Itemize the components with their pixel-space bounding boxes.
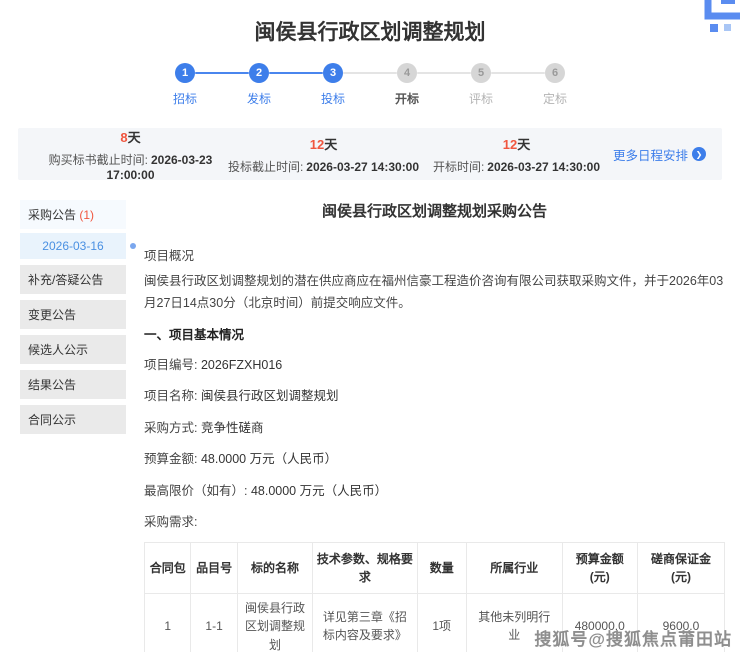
col-industry: 所属行业 <box>466 542 562 593</box>
sidebar-item-change-notice[interactable]: 变更公告 <box>20 300 126 329</box>
watermark: 搜狐号@搜狐焦点莆田站 <box>534 625 732 650</box>
more-schedule-link[interactable]: 更多日程安排 ❯ <box>613 145 706 164</box>
step-number-badge: 4 <box>397 63 417 83</box>
table-header-row: 合同包 品目号 标的名称 技术参数、规格要求 数量 所属行业 预算金额 (元) … <box>145 542 725 593</box>
col-deposit: 磋商保证金 (元) <box>637 542 724 593</box>
step-number-badge: 5 <box>471 63 491 83</box>
active-dot-icon <box>130 243 136 249</box>
announcement-title: 闽侯县行政区划调整规划采购公告 <box>144 200 725 221</box>
days-remaining: 12天 <box>420 134 613 153</box>
schedule-item-open-time: 12天 开标时间:2026-03-27 14:30:00 <box>420 134 613 175</box>
field-project-number: 项目编号: 2026FZXH016 <box>144 352 725 375</box>
field-procurement-demand: 采购需求: <box>144 509 725 532</box>
field-procurement-method: 采购方式: 竞争性磋商 <box>144 415 725 438</box>
progress-stepper: 1 招标 2 发标 3 投标 4 开标 5 评标 6 定标 <box>0 63 740 107</box>
sidebar-item-notice-date[interactable]: 2026-03-16 <box>20 233 126 259</box>
schedule-item-purchase-deadline: 8天 购买标书截止时间:2026-03-23 17:00:00 <box>34 127 227 182</box>
sidebar-item-contract-publicity[interactable]: 合同公示 <box>20 405 126 434</box>
qr-code-icon <box>690 0 740 40</box>
arrow-right-icon: ❯ <box>692 147 706 161</box>
sidebar-item-candidate-publicity[interactable]: 候选人公示 <box>20 335 126 364</box>
col-quantity: 数量 <box>417 542 466 593</box>
main-content: 闽侯县行政区划调整规划采购公告 项目概况 闽侯县行政区划调整规划的潜在供应商应在… <box>144 200 725 652</box>
step-tender: 1 招标 <box>163 63 207 107</box>
days-remaining: 8天 <box>34 127 227 146</box>
step-bid: 3 投标 <box>311 63 355 107</box>
field-budget-amount: 预算金额: 48.0000 万元（人民币） <box>144 446 725 469</box>
col-item-number: 品目号 <box>191 542 237 593</box>
schedule-label: 购买标书截止时间: <box>49 153 148 167</box>
step-issue: 2 发标 <box>237 63 281 107</box>
sidebar-item-supplement-notice[interactable]: 补充/答疑公告 <box>20 265 126 294</box>
page: 闽侯县行政区划调整规划 1 招标 2 发标 3 投标 4 开标 5 评标 6 定… <box>0 0 740 652</box>
schedule-datetime: 2026-03-27 14:30:00 <box>487 160 600 174</box>
col-subject-name: 标的名称 <box>237 542 312 593</box>
schedule-bar: 8天 购买标书截止时间:2026-03-23 17:00:00 12天 投标截止… <box>18 128 722 180</box>
overview-heading: 项目概况 <box>144 245 725 264</box>
step-number-badge: 1 <box>175 63 195 83</box>
schedule-label: 投标截止时间: <box>228 160 303 174</box>
field-max-price: 最高限价（如有）: 48.0000 万元（人民币） <box>144 478 725 501</box>
step-open: 4 开标 <box>385 63 429 107</box>
step-award: 6 定标 <box>533 63 577 107</box>
step-evaluate: 5 评标 <box>459 63 503 107</box>
col-tech-specs: 技术参数、规格要求 <box>313 542 417 593</box>
col-contract-package: 合同包 <box>145 542 191 593</box>
schedule-item-bid-deadline: 12天 投标截止时间:2026-03-27 14:30:00 <box>227 134 420 175</box>
step-number-badge: 2 <box>249 63 269 83</box>
col-budget: 预算金额 (元) <box>562 542 637 593</box>
step-number-badge: 6 <box>545 63 565 83</box>
days-remaining: 12天 <box>227 134 420 153</box>
notice-count-badge: (1) <box>79 208 94 222</box>
sidebar-item-result-notice[interactable]: 结果公告 <box>20 370 126 399</box>
schedule-datetime: 2026-03-27 14:30:00 <box>306 160 419 174</box>
sidebar-item-procurement-notice[interactable]: 采购公告 (1) <box>20 200 126 229</box>
schedule-label: 开标时间: <box>433 160 484 174</box>
field-project-name: 项目名称: 闽侯县行政区划调整规划 <box>144 383 725 406</box>
section-heading-basic-info: 一、项目基本情况 <box>144 324 725 343</box>
content-area: 采购公告 (1) 2026-03-16 补充/答疑公告 变更公告 候选人公示 结… <box>20 200 725 652</box>
sidebar: 采购公告 (1) 2026-03-16 补充/答疑公告 变更公告 候选人公示 结… <box>20 200 126 434</box>
page-title: 闽侯县行政区划调整规划 <box>0 0 740 46</box>
overview-text: 闽侯县行政区划调整规划的潜在供应商应在福州信豪工程造价咨询有限公司获取采购文件，… <box>144 270 725 315</box>
step-number-badge: 3 <box>323 63 343 83</box>
